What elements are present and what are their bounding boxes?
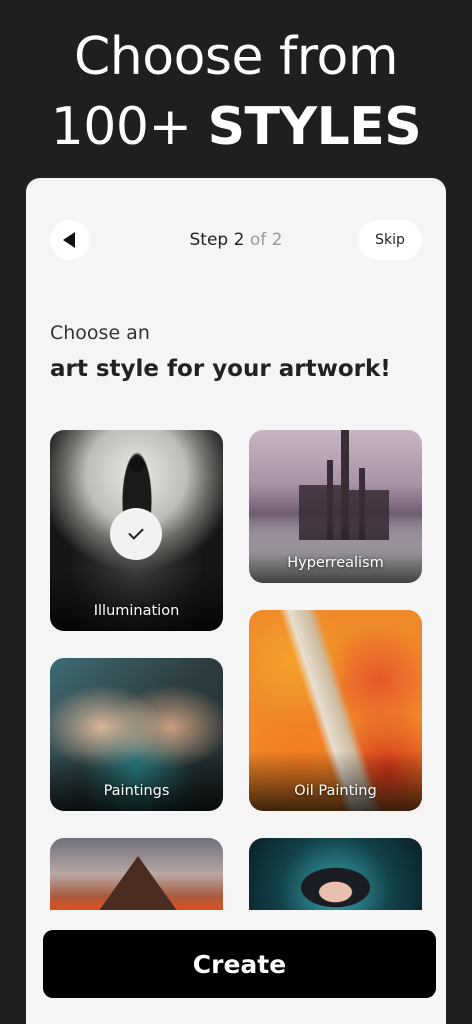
selected-check-icon <box>110 508 162 560</box>
style-tile-label: Oil Painting <box>294 783 377 799</box>
step-total: of 2 <box>249 230 283 250</box>
headline-number: 100+ <box>50 97 192 157</box>
style-tile-label: Hyperrealism <box>287 555 384 571</box>
style-tile-hyperrealism[interactable]: Hyperrealism <box>249 430 422 583</box>
prompt-subtitle: Choose an <box>50 322 150 344</box>
headline-line-1: Choose from <box>73 27 399 87</box>
headline-styles: STYLES <box>207 97 422 157</box>
headline: Choose from 100+ STYLES <box>0 22 472 162</box>
style-tile-oil-painting[interactable]: Oil Painting <box>249 610 422 811</box>
style-tile-label: Paintings <box>103 783 170 799</box>
tile-shade <box>249 751 422 811</box>
tile-shade <box>50 571 223 631</box>
tile-shade <box>249 523 422 583</box>
step-current: 2 <box>233 230 245 250</box>
create-button[interactable]: Create <box>43 930 436 998</box>
skip-button[interactable]: Skip <box>358 220 422 260</box>
style-tile-label: Illumination <box>93 603 180 619</box>
style-picker-card: Step 2 of 2 Skip Choose an art style for… <box>26 178 446 1024</box>
style-tile-illumination[interactable]: Illumination <box>50 430 223 631</box>
headline-line-2: 100+ STYLES <box>0 92 472 162</box>
style-tile-paintings[interactable]: Paintings <box>50 658 223 811</box>
prompt-title: art style for your artwork! <box>50 356 391 382</box>
step-label: Step <box>189 230 229 250</box>
tile-shade <box>50 751 223 811</box>
